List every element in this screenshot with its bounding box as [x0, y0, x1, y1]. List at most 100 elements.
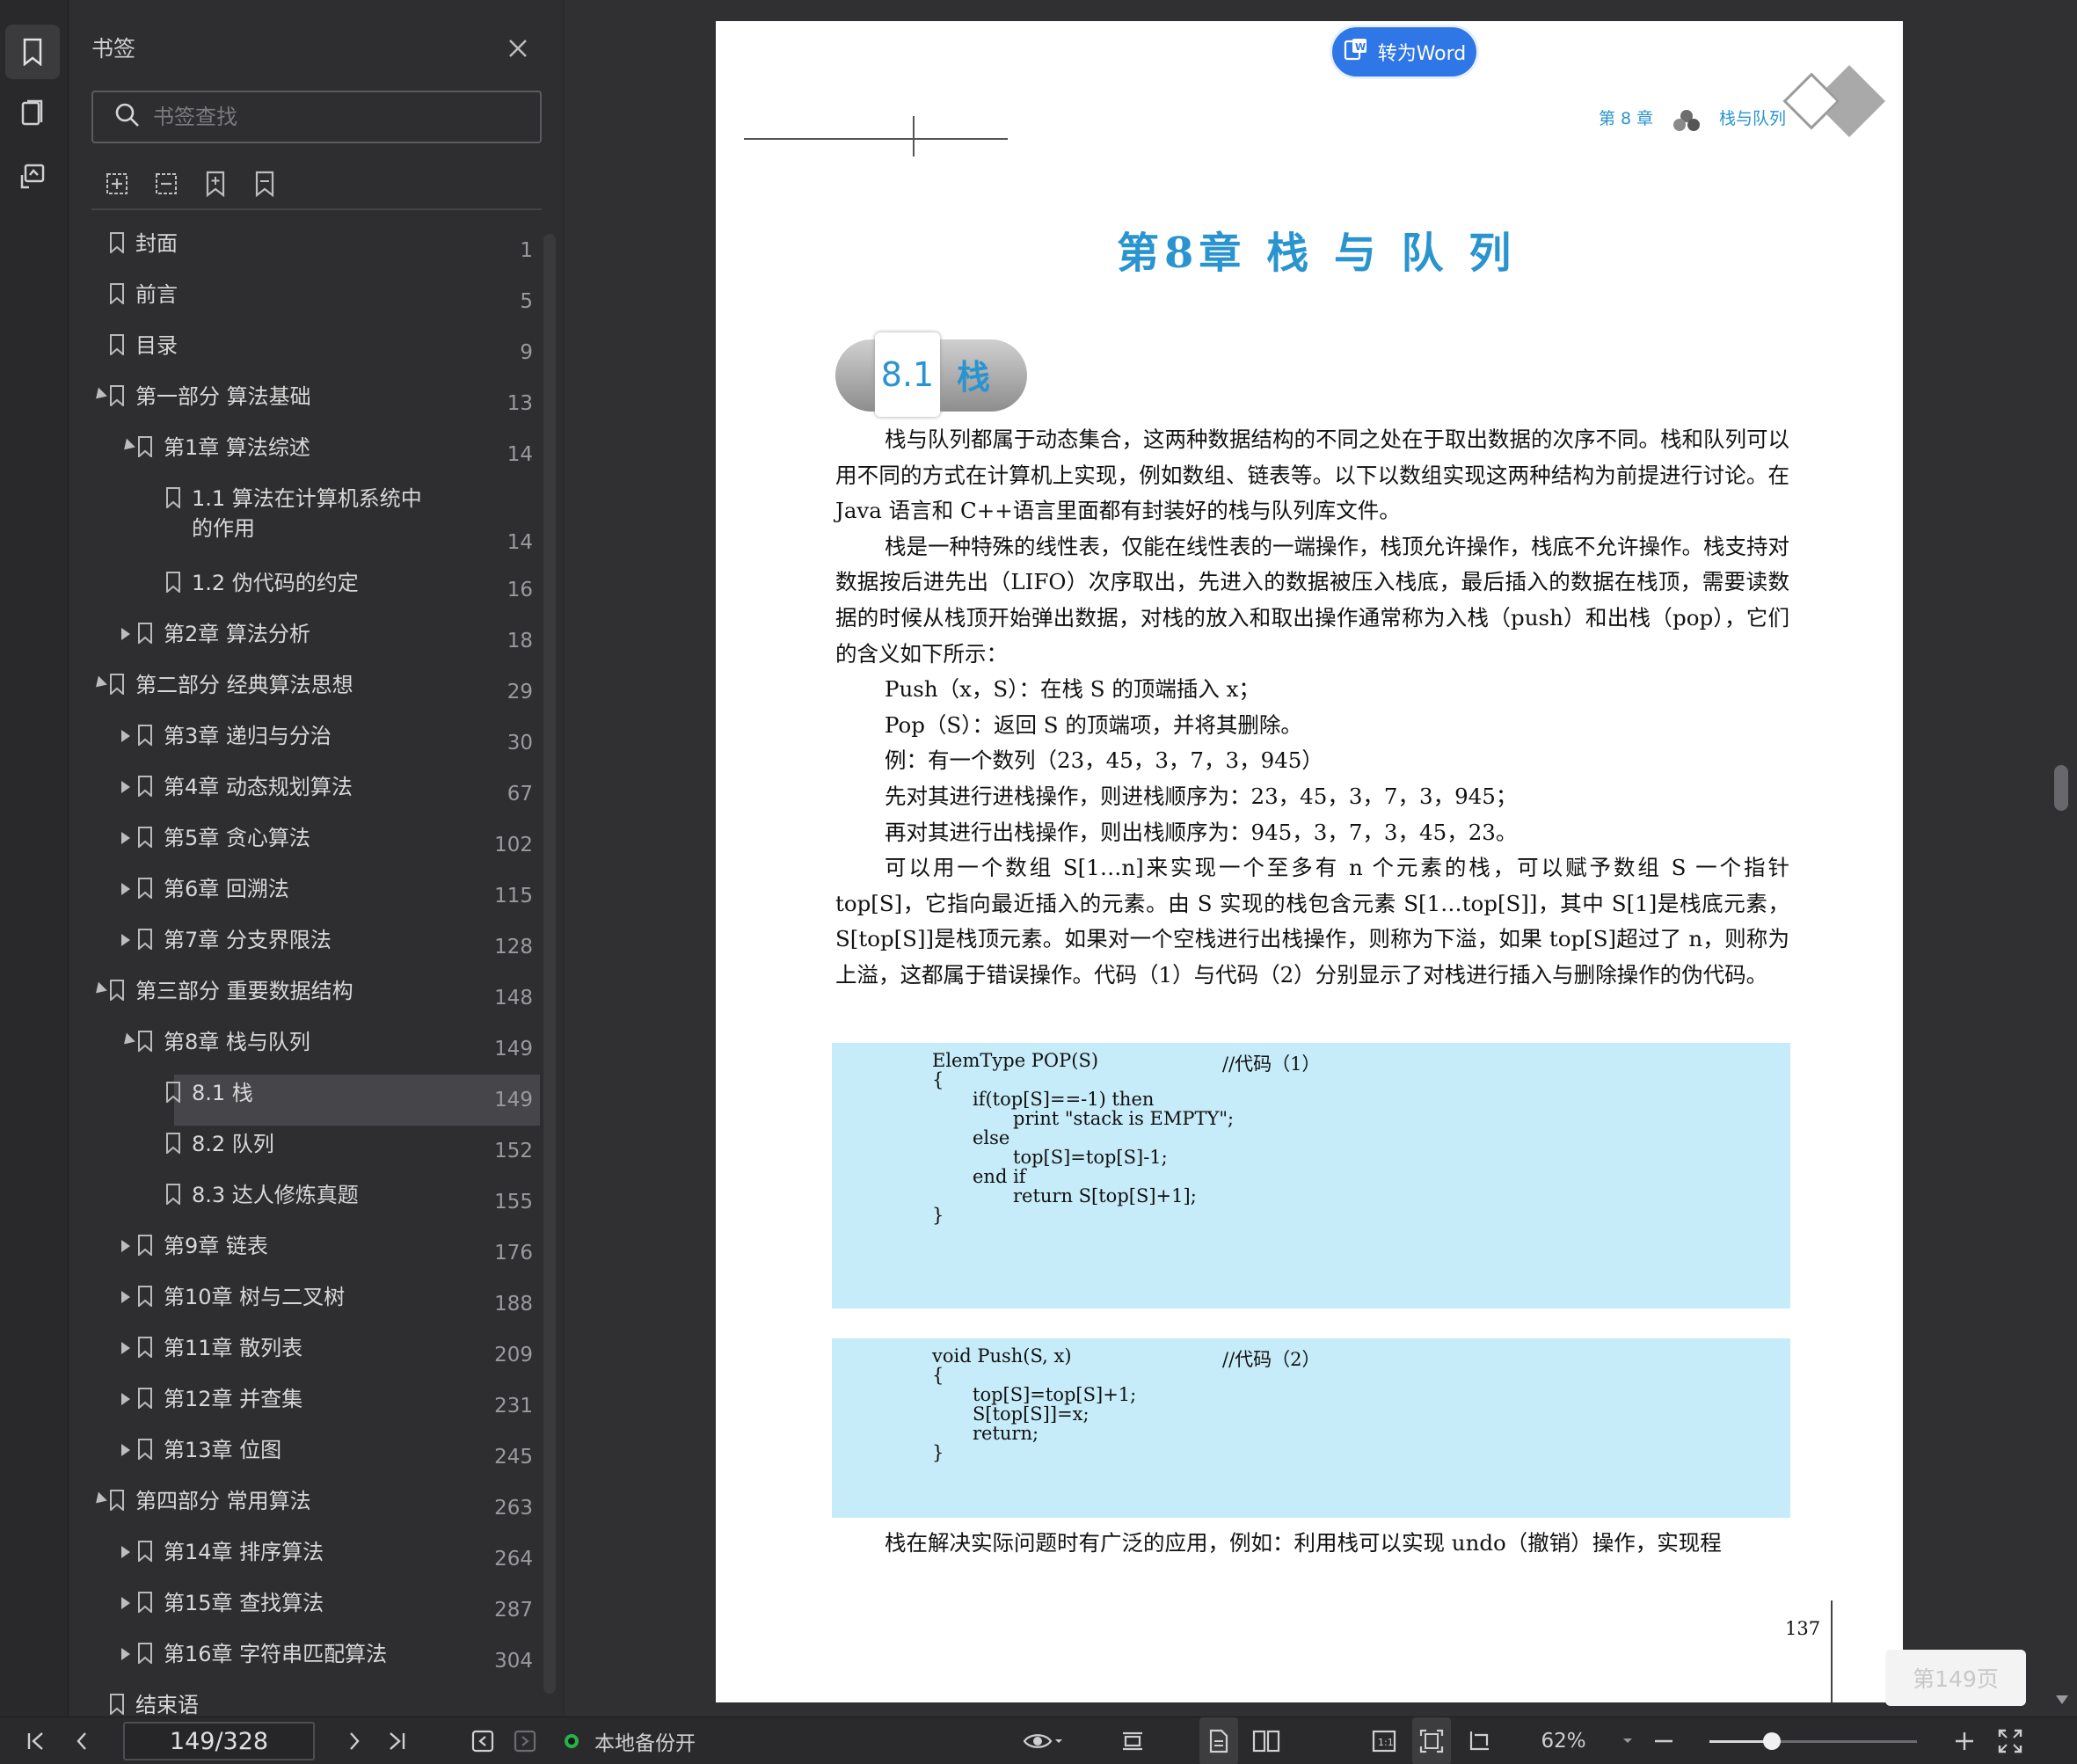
- expand-arrow-icon[interactable]: [121, 1597, 130, 1609]
- expand-arrow-icon[interactable]: [121, 1393, 130, 1405]
- bookmark-item-label: 8.3 达人修炼真题: [192, 1183, 359, 1207]
- back-icon[interactable]: [464, 1717, 501, 1764]
- bookmark-item-icon: [110, 1694, 124, 1715]
- bookmark-item-label: 8.2 队列: [192, 1132, 274, 1156]
- expand-arrow-icon[interactable]: [121, 1648, 130, 1660]
- page-number-input[interactable]: [123, 1722, 315, 1760]
- fit-page-icon[interactable]: [1412, 1717, 1451, 1764]
- expand-arrow-icon[interactable]: [121, 832, 130, 844]
- collapse-arrow-icon[interactable]: [91, 981, 107, 998]
- bookmark-item-label: 第7章 分支界限法: [164, 928, 332, 952]
- bookmark-page-number: 115: [494, 885, 533, 908]
- bookmark-page-number: 209: [494, 1344, 533, 1367]
- chapter-title: 第8章 栈 与 队 列: [1117, 229, 1517, 278]
- bookmark-outline-icon[interactable]: [248, 167, 281, 200]
- bookmark-item-icon: [166, 1082, 180, 1103]
- expand-arrow-icon[interactable]: [121, 1444, 130, 1456]
- zoom-dropdown-chevron-icon[interactable]: [1614, 1717, 1641, 1764]
- bookmark-page-number: 13: [506, 392, 533, 415]
- body-paragraph: Pop（S）：返回 S 的顶端项，并将其删除。: [885, 711, 1302, 738]
- code-comment: //代码（1）: [1222, 1053, 1321, 1075]
- actual-size-icon[interactable]: 1:1: [1365, 1717, 1403, 1764]
- body-paragraph: 栈与队列都属于动态集合，这两种数据结构的不同之处在于取出数据的次序不同。栈和队列…: [835, 426, 1789, 524]
- bookmark-item-icon: [138, 1337, 152, 1358]
- code-line: return;: [973, 1423, 1039, 1444]
- bookmark-item-label: 第10章 树与二叉树: [164, 1285, 346, 1309]
- bookmark-page-number: 304: [494, 1650, 533, 1673]
- zoom-in-icon[interactable]: [1949, 1717, 1980, 1764]
- bookmark-item-label: 第8章 栈与队列: [164, 1030, 310, 1054]
- thumbnail-icon[interactable]: [5, 86, 60, 141]
- expand-arrow-icon[interactable]: [121, 934, 130, 946]
- bookmark-item-label: 1.1 算法在计算机系统中: [192, 486, 422, 511]
- expand-arrow-icon[interactable]: [121, 1342, 130, 1354]
- collapse-arrow-icon[interactable]: [91, 675, 107, 692]
- collapse-arrow-icon[interactable]: [120, 438, 135, 455]
- bookmark-item-icon: [110, 232, 124, 253]
- bookmark-page-number: 155: [494, 1191, 533, 1214]
- rotate-page-icon[interactable]: [1460, 1717, 1498, 1764]
- zoom-level[interactable]: 62%: [1530, 1717, 1597, 1764]
- fullscreen-icon[interactable]: [1991, 1717, 2030, 1764]
- backup-status-label[interactable]: 本地备份开: [594, 1717, 744, 1764]
- bookmark-page-number: 149: [494, 1089, 533, 1112]
- expand-arrow-icon[interactable]: [121, 1546, 130, 1558]
- bookmark-item-label: 封面: [135, 231, 178, 256]
- bookmark-search[interactable]: [91, 91, 542, 143]
- collapse-arrow-icon[interactable]: [91, 387, 107, 404]
- code-line: else: [973, 1127, 1010, 1148]
- bookmark-item-label: 第11章 散列表: [164, 1336, 303, 1360]
- expand-arrow-icon[interactable]: [121, 1291, 130, 1303]
- bookmark-item-label: 第12章 并查集: [164, 1387, 303, 1411]
- add-bookmark-icon[interactable]: [199, 167, 232, 200]
- expand-arrow-icon[interactable]: [121, 781, 130, 793]
- code-line: if(top[S]==-1) then: [973, 1089, 1155, 1110]
- panel-scrollbar[interactable]: [543, 234, 556, 1694]
- expand-arrow-icon[interactable]: [121, 628, 130, 640]
- document-scrollbar-thumb[interactable]: [2054, 765, 2068, 811]
- bookmark-item-label: 第4章 动态规划算法: [164, 775, 353, 799]
- single-page-scroll-icon[interactable]: [1113, 1717, 1152, 1764]
- code-block-2: //代码（2） void Push(S, x){top[S]=top[S]+1;…: [832, 1338, 1790, 1518]
- expand-arrow-icon[interactable]: [121, 730, 130, 742]
- expand-arrow-icon[interactable]: [121, 1240, 130, 1252]
- section-number: 8.1: [875, 332, 940, 417]
- scroll-down-arrow[interactable]: [2056, 1695, 2068, 1704]
- close-icon[interactable]: [503, 33, 533, 63]
- running-header-title: 栈与队列: [1719, 109, 1787, 128]
- convert-to-word-button[interactable]: W 转为Word: [1330, 25, 1479, 79]
- expand-all-icon[interactable]: [100, 167, 134, 200]
- bookmark-item-label: 第13章 位图: [164, 1438, 282, 1462]
- zoom-out-icon[interactable]: [1648, 1717, 1680, 1764]
- left-rail: [0, 0, 69, 1717]
- collapse-arrow-icon[interactable]: [91, 1491, 107, 1508]
- svg-text:W: W: [1355, 41, 1366, 53]
- code-line: void Push(S, x): [932, 1345, 1072, 1367]
- bookmark-item-label: 前言: [135, 282, 178, 307]
- expand-arrow-icon[interactable]: [121, 883, 130, 895]
- bookmark-item-label: 第5章 贪心算法: [164, 826, 310, 850]
- dual-page-icon[interactable]: [1247, 1717, 1286, 1764]
- body-paragraph: 先对其进行进栈操作，则进栈顺序为：23，45，3，7，3，945；: [885, 783, 1518, 809]
- single-page-icon[interactable]: [1199, 1717, 1238, 1764]
- bookmark-page-number: 14: [506, 443, 533, 466]
- bookmark-page-number: 29: [506, 681, 533, 703]
- bookmark-item-icon: [138, 1031, 152, 1052]
- bookmark-item-label: 第6章 回溯法: [164, 877, 289, 901]
- eye-protection-icon[interactable]: [1015, 1717, 1069, 1764]
- annotation-icon[interactable]: [5, 149, 60, 204]
- zoom-slider-handle[interactable]: [1763, 1732, 1781, 1750]
- bookmark-icon[interactable]: [5, 25, 60, 79]
- first-page-icon[interactable]: [18, 1717, 55, 1764]
- body-paragraph: 可以用一个数组 S[1…n]来实现一个至多有 n 个元素的栈，可以赋予数组 S …: [835, 855, 1789, 988]
- collapse-all-icon[interactable]: [149, 167, 183, 200]
- last-page-icon[interactable]: [378, 1717, 415, 1764]
- next-page-icon[interactable]: [336, 1717, 373, 1764]
- previous-page-icon[interactable]: [63, 1717, 100, 1764]
- collapse-arrow-icon[interactable]: [120, 1032, 135, 1049]
- search-input[interactable]: [153, 105, 522, 129]
- forward-icon[interactable]: [506, 1717, 543, 1764]
- bookmark-item-icon: [166, 1133, 180, 1154]
- bookmark-item-icon: [110, 980, 124, 1001]
- section-name: 栈: [957, 358, 991, 397]
